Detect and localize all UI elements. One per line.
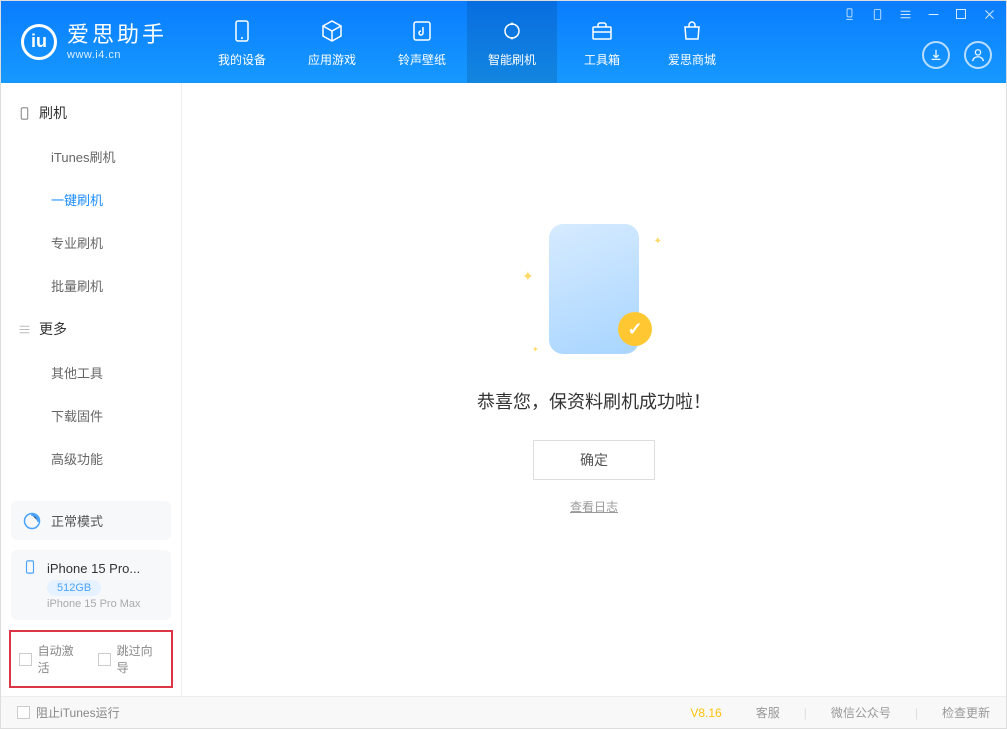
app-body: 刷机 iTunes刷机 一键刷机 专业刷机 批量刷机 更多 其他工具 下载固件 … bbox=[1, 83, 1006, 696]
status-label: 正常模式 bbox=[51, 511, 103, 530]
download-icon[interactable] bbox=[922, 41, 950, 69]
sidebar-item-one-click-flash[interactable]: 一键刷机 bbox=[1, 178, 181, 221]
status-ok-icon bbox=[23, 512, 41, 530]
phone-mode-icon[interactable] bbox=[842, 7, 856, 21]
window-controls bbox=[842, 7, 996, 21]
sidebar-item-batch-flash[interactable]: 批量刷机 bbox=[1, 264, 181, 307]
sidebar-group-more: 更多 其他工具 下载固件 高级功能 bbox=[1, 307, 181, 480]
toolbox-icon bbox=[588, 17, 616, 45]
user-icon[interactable] bbox=[964, 41, 992, 69]
nav-label: 智能刷机 bbox=[488, 51, 536, 68]
status-card[interactable]: 正常模式 bbox=[11, 501, 171, 540]
success-message: 恭喜您，保资料刷机成功啦！ bbox=[477, 388, 711, 414]
sidebar-group-flash: 刷机 iTunes刷机 一键刷机 专业刷机 批量刷机 bbox=[1, 91, 181, 307]
check-circle-icon: ✓ bbox=[618, 312, 652, 346]
device-row: iPhone 15 Pro... bbox=[23, 560, 159, 576]
footer-left: 阻止iTunes运行 bbox=[17, 704, 120, 721]
list-icon bbox=[17, 322, 31, 336]
checkbox-label: 自动激活 bbox=[38, 642, 84, 676]
view-log-link[interactable]: 查看日志 bbox=[570, 498, 618, 515]
nav-label: 应用游戏 bbox=[308, 51, 356, 68]
sidebar-item-pro-flash[interactable]: 专业刷机 bbox=[1, 221, 181, 264]
sidebar-group-label: 刷机 bbox=[39, 103, 67, 123]
checkbox-skip-wizard[interactable]: 跳过向导 bbox=[98, 642, 163, 676]
sidebar: 刷机 iTunes刷机 一键刷机 专业刷机 批量刷机 更多 其他工具 下载固件 … bbox=[1, 83, 181, 696]
device-storage-badge: 512GB bbox=[47, 580, 101, 596]
footer-link-support[interactable]: 客服 bbox=[756, 704, 780, 721]
tablet-mode-icon[interactable] bbox=[870, 7, 884, 21]
footer-link-wechat[interactable]: 微信公众号 bbox=[831, 704, 891, 721]
highlighted-checkbox-row: 自动激活 跳过向导 bbox=[9, 630, 173, 688]
nav-label: 工具箱 bbox=[584, 51, 620, 68]
success-illustration: ✦ ✦ ✦ ✓ bbox=[514, 224, 674, 364]
separator: | bbox=[915, 706, 918, 720]
device-icon bbox=[17, 106, 31, 120]
logo-icon: iu bbox=[21, 24, 57, 60]
refresh-icon bbox=[498, 17, 526, 45]
checkbox-icon bbox=[17, 706, 30, 719]
nav-smart-flash[interactable]: 智能刷机 bbox=[467, 1, 557, 83]
header-right-actions bbox=[922, 41, 992, 69]
phone-icon bbox=[23, 560, 39, 576]
sparkle-icon: ✦ bbox=[532, 345, 539, 354]
main-nav: 我的设备 应用游戏 铃声壁纸 智能刷机 工具箱 bbox=[197, 1, 737, 83]
separator: | bbox=[804, 706, 807, 720]
shopping-bag-icon bbox=[678, 17, 706, 45]
nav-toolbox[interactable]: 工具箱 bbox=[557, 1, 647, 83]
music-icon bbox=[408, 17, 436, 45]
minimize-icon[interactable] bbox=[926, 7, 940, 21]
version-label: V8.16 bbox=[690, 706, 721, 720]
nav-apps-games[interactable]: 应用游戏 bbox=[287, 1, 377, 83]
nav-ringtones-wallpapers[interactable]: 铃声壁纸 bbox=[377, 1, 467, 83]
footer: 阻止iTunes运行 V8.16 客服 | 微信公众号 | 检查更新 bbox=[1, 696, 1006, 728]
footer-link-update[interactable]: 检查更新 bbox=[942, 704, 990, 721]
maximize-icon[interactable] bbox=[954, 7, 968, 21]
checkbox-auto-activate[interactable]: 自动激活 bbox=[19, 642, 84, 676]
nav-my-device[interactable]: 我的设备 bbox=[197, 1, 287, 83]
device-card[interactable]: iPhone 15 Pro... 512GB iPhone 15 Pro Max bbox=[11, 550, 171, 620]
sidebar-item-other-tools[interactable]: 其他工具 bbox=[1, 351, 181, 394]
checkbox-icon bbox=[19, 653, 32, 666]
checkbox-block-itunes[interactable]: 阻止iTunes运行 bbox=[17, 704, 120, 721]
nav-label: 我的设备 bbox=[218, 51, 266, 68]
nav-label: 铃声壁纸 bbox=[398, 51, 446, 68]
device-icon bbox=[228, 17, 256, 45]
footer-right: V8.16 客服 | 微信公众号 | 检查更新 bbox=[690, 704, 990, 721]
sidebar-item-download-firmware[interactable]: 下载固件 bbox=[1, 394, 181, 437]
sidebar-bottom: 正常模式 iPhone 15 Pro... 512GB iPhone 15 Pr… bbox=[1, 489, 181, 696]
checkbox-label: 跳过向导 bbox=[117, 642, 163, 676]
main-content: ✦ ✦ ✦ ✓ 恭喜您，保资料刷机成功啦！ 确定 查看日志 bbox=[181, 83, 1006, 696]
sidebar-item-advanced[interactable]: 高级功能 bbox=[1, 437, 181, 480]
sidebar-group-header[interactable]: 更多 bbox=[1, 307, 181, 351]
close-icon[interactable] bbox=[982, 7, 996, 21]
cube-icon bbox=[318, 17, 346, 45]
app-title: 爱思助手 bbox=[67, 22, 167, 48]
checkbox-icon bbox=[98, 653, 111, 666]
nav-store[interactable]: 爱思商城 bbox=[647, 1, 737, 83]
sparkle-icon: ✦ bbox=[522, 268, 534, 285]
sparkle-icon: ✦ bbox=[654, 236, 662, 247]
sidebar-item-itunes-flash[interactable]: iTunes刷机 bbox=[1, 135, 181, 178]
logo-area: iu 爱思助手 www.i4.cn bbox=[21, 22, 167, 62]
app-subtitle: www.i4.cn bbox=[67, 49, 167, 62]
sidebar-group-label: 更多 bbox=[39, 319, 67, 339]
ok-button[interactable]: 确定 bbox=[533, 440, 655, 480]
device-name: iPhone 15 Pro... bbox=[47, 561, 140, 576]
menu-icon[interactable] bbox=[898, 7, 912, 21]
device-model: iPhone 15 Pro Max bbox=[47, 598, 159, 610]
app-header: iu 爱思助手 www.i4.cn 我的设备 应用游戏 铃声壁纸 bbox=[1, 1, 1006, 83]
logo-text: 爱思助手 www.i4.cn bbox=[67, 22, 167, 62]
nav-label: 爱思商城 bbox=[668, 51, 716, 68]
sidebar-group-header[interactable]: 刷机 bbox=[1, 91, 181, 135]
checkbox-label: 阻止iTunes运行 bbox=[36, 704, 120, 721]
